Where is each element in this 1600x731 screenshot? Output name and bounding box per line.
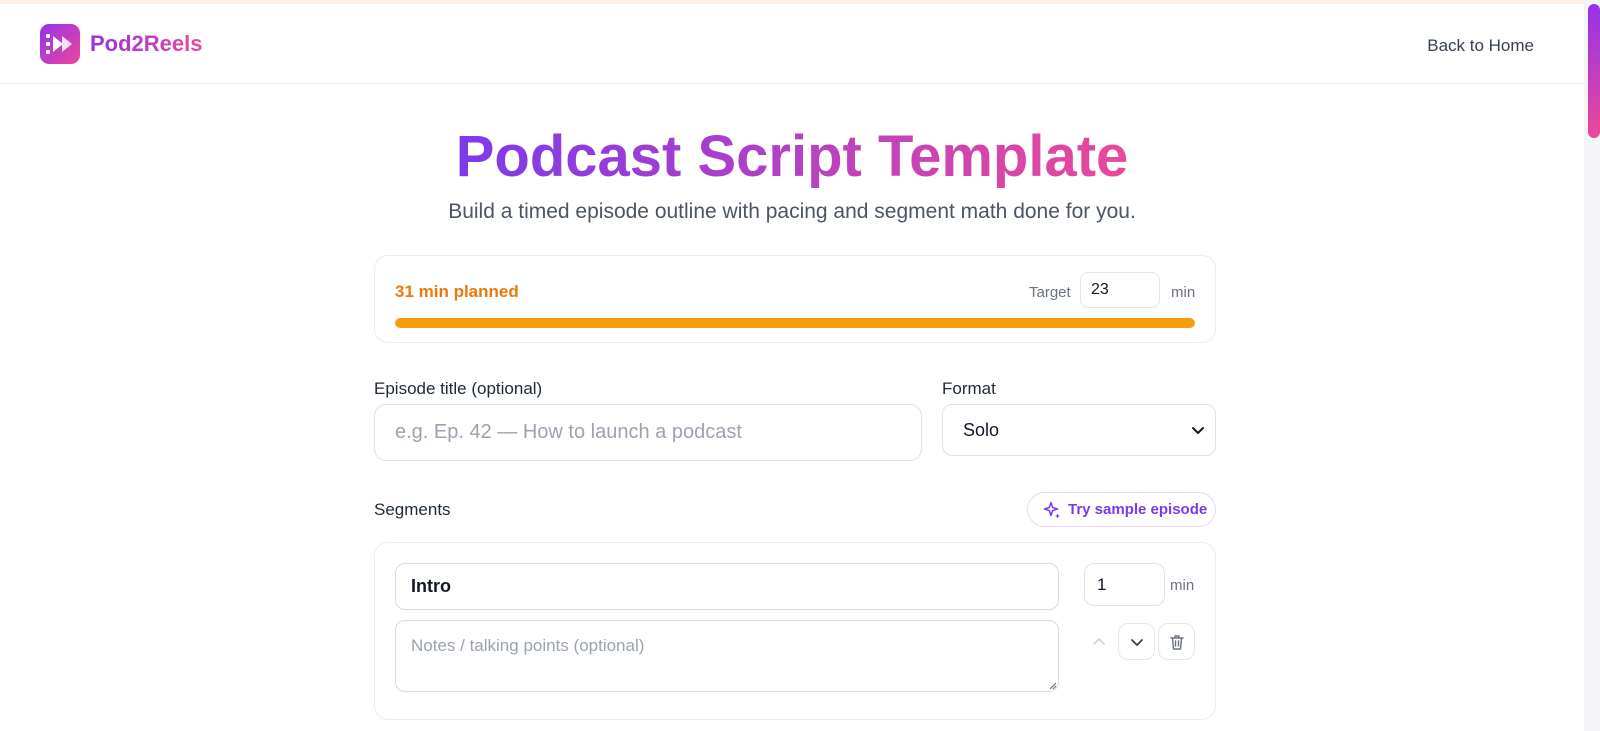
episode-title-input[interactable] [374, 404, 922, 461]
segment-minutes-input[interactable] [1084, 563, 1165, 606]
episode-title-label: Episode title (optional) [374, 379, 543, 398]
format-select[interactable]: Solo [942, 404, 1216, 456]
target-label: Target [1029, 284, 1071, 301]
back-to-home-link[interactable]: Back to Home [1427, 36, 1534, 56]
duration-summary-card: 31 min planned Target min [374, 255, 1216, 343]
move-up-button[interactable] [1080, 623, 1117, 660]
duration-progress-fill [395, 318, 1195, 328]
brand-name: Pod2Reels [90, 31, 203, 56]
site-header: Pod2Reels Back to Home [0, 4, 1584, 84]
resize-grip-icon[interactable] [1047, 680, 1057, 690]
duration-progress-bar [395, 318, 1195, 328]
target-unit: min [1171, 284, 1196, 301]
page-scrollbar[interactable] [1584, 0, 1600, 731]
format-selected-value: Solo [963, 420, 1000, 440]
scrollbar-thumb[interactable] [1588, 4, 1600, 138]
try-sample-episode-label: Try sample episode [1068, 501, 1208, 518]
target-minutes-input[interactable] [1080, 272, 1160, 308]
move-down-button[interactable] [1118, 623, 1155, 660]
chevron-down-icon [1130, 638, 1143, 646]
chevron-down-icon [1192, 427, 1204, 434]
planned-minutes-text: 31 min planned [395, 282, 519, 301]
film-play-logo-icon [40, 24, 80, 64]
segment-notes-textarea[interactable] [395, 620, 1059, 692]
page-subtitle: Build a timed episode outline with pacin… [448, 200, 1136, 223]
segment-name-input[interactable] [395, 563, 1059, 610]
page-title: Podcast Script Template [0, 122, 1584, 192]
segment-card: min [374, 542, 1216, 720]
segments-heading: Segments [374, 500, 451, 519]
segment-minutes-unit: min [1170, 577, 1195, 594]
delete-segment-button[interactable] [1158, 623, 1195, 660]
page-title-text: Podcast Script Template [455, 124, 1129, 189]
chevron-up-icon [1092, 637, 1105, 645]
try-sample-episode-button[interactable]: Try sample episode [1027, 492, 1216, 527]
brand[interactable]: Pod2Reels [40, 24, 203, 64]
trash-icon [1169, 634, 1184, 650]
format-label: Format [942, 379, 996, 398]
sparkle-icon [1043, 501, 1060, 518]
